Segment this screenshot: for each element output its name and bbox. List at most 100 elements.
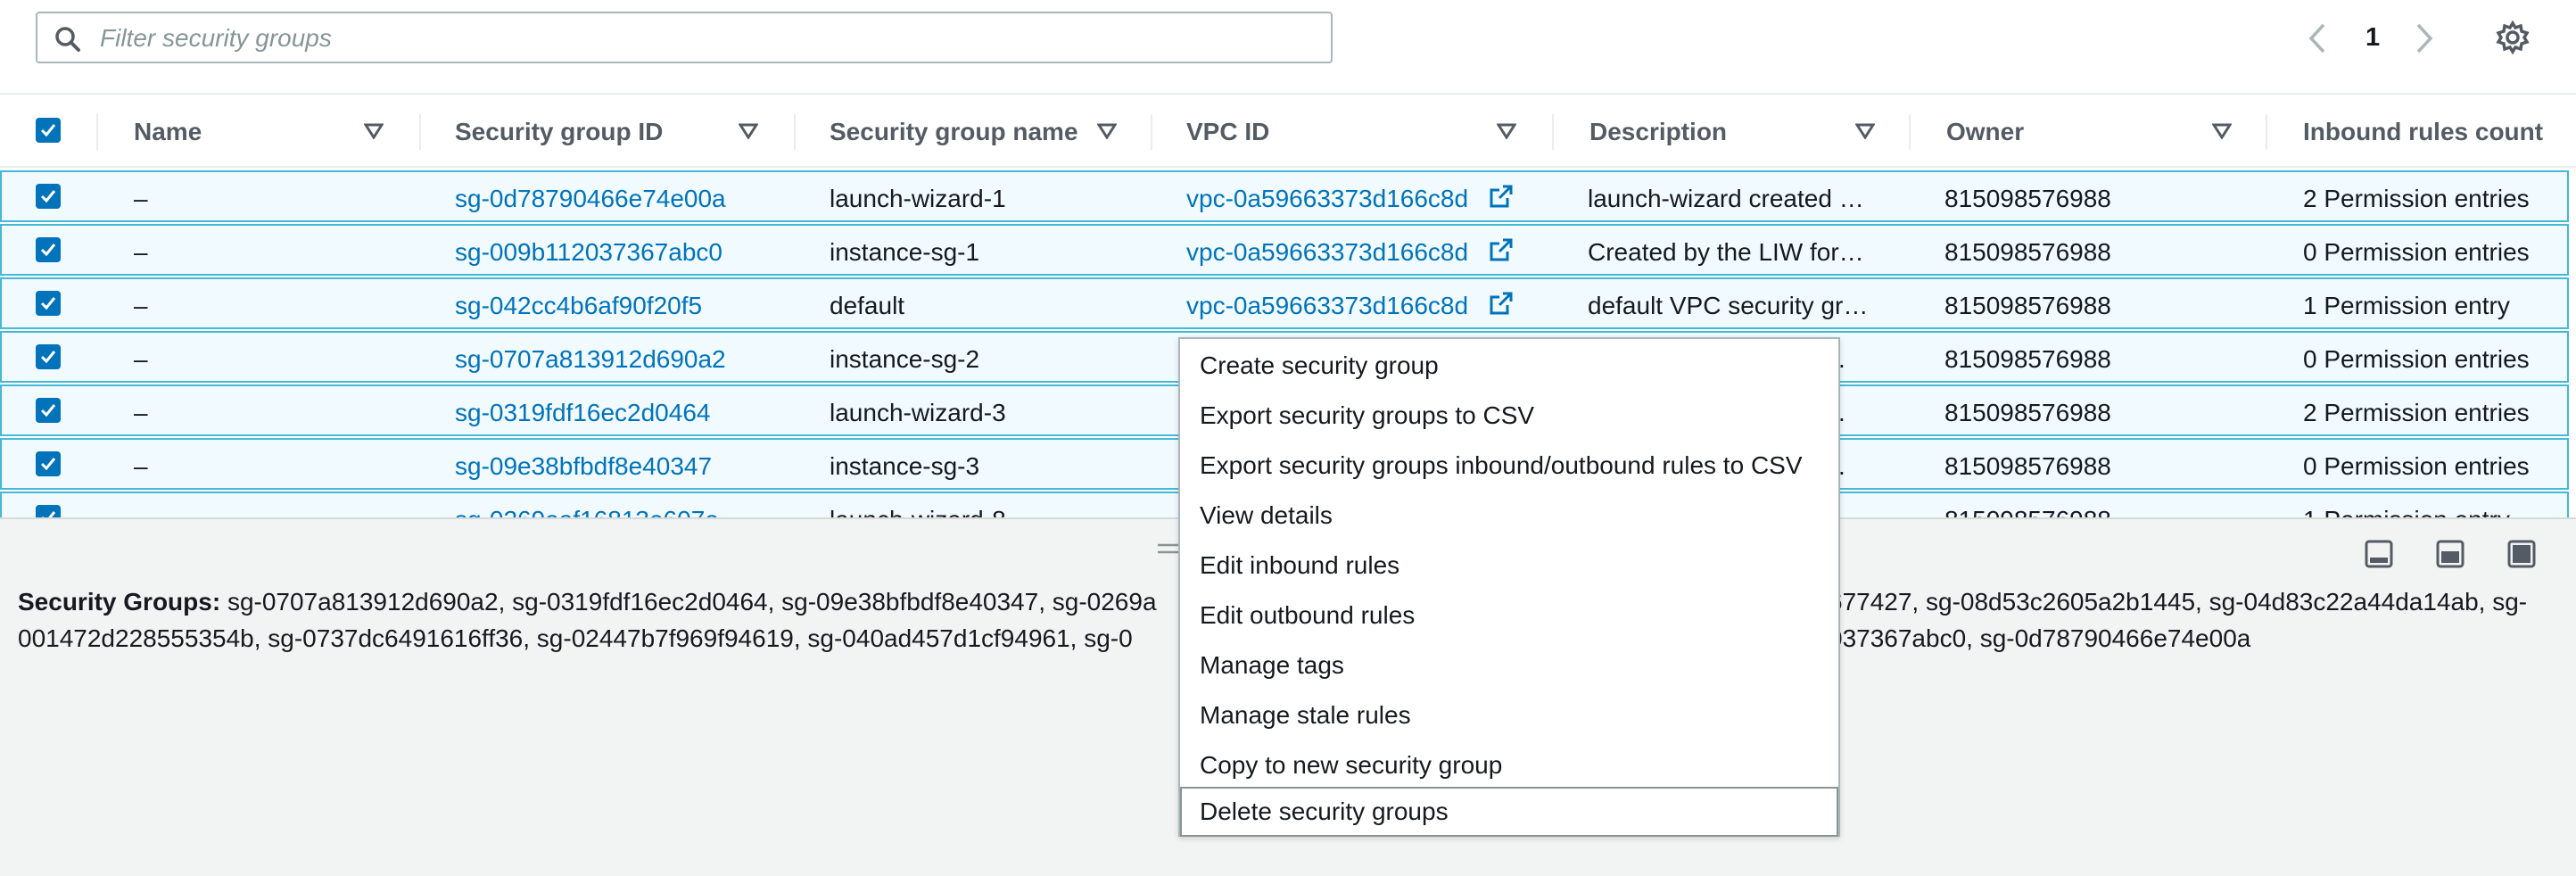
cell-security-group-name: instance-sg-1: [830, 238, 980, 266]
sort-icon[interactable]: [1496, 123, 1517, 144]
cell-name: –: [134, 292, 148, 319]
column-header-owner[interactable]: Owner: [1946, 118, 2024, 146]
row-checkbox[interactable]: [36, 398, 61, 423]
panel-full-icon[interactable]: [2506, 539, 2537, 574]
sort-icon[interactable]: [738, 123, 759, 144]
cell-name: –: [134, 399, 148, 426]
cell-name: –: [134, 452, 148, 480]
cell-owner: 815098576988: [1944, 399, 2111, 426]
cell-description: launch-wizard created …: [1588, 185, 1864, 212]
row-checkbox[interactable]: [36, 451, 61, 476]
column-header-description[interactable]: Description: [1589, 118, 1727, 146]
column-divider: [96, 114, 98, 150]
gear-icon[interactable]: [2495, 20, 2531, 60]
menu-item-manage-tags[interactable]: Manage tags: [1180, 640, 1838, 690]
cell-inbound-rules-count: 0 Permission entries: [2303, 452, 2530, 480]
cell-security-group-id-link[interactable]: sg-0d78790466e74e00a: [455, 185, 726, 213]
menu-item-manage-stale-rules[interactable]: Manage stale rules: [1180, 690, 1838, 740]
chevron-right-icon[interactable]: [2413, 21, 2436, 60]
column-header-vpc-id[interactable]: VPC ID: [1186, 118, 1269, 146]
cell-security-group-name: instance-sg-2: [830, 345, 980, 373]
cell-security-group-id-link[interactable]: sg-042cc4b6af90f20f5: [455, 292, 702, 320]
selected-ids-line2-right: 037367abc0, sg-0d78790466e74e00a: [1829, 624, 2251, 652]
cell-owner: 815098576988: [1944, 506, 2111, 517]
column-divider: [1151, 114, 1152, 150]
column-divider: [794, 114, 796, 150]
cell-vpc-id-link[interactable]: vpc-0a59663373d166c8d: [1186, 292, 1468, 320]
row-checkbox[interactable]: [36, 184, 61, 209]
sort-icon[interactable]: [2211, 123, 2233, 144]
cell-inbound-rules-count: 1 Permission entry: [2303, 292, 2510, 319]
row-checkbox[interactable]: [36, 237, 61, 262]
column-header-security-group-name[interactable]: Security group name: [830, 118, 1078, 146]
cell-inbound-rules-count: 1 Permission entry: [2303, 506, 2510, 517]
cell-owner: 815098576988: [1944, 238, 2111, 266]
cell-security-group-id-link[interactable]: sg-09e38bfbdf8e40347: [455, 452, 712, 481]
cell-description: Created by the LIW for…: [1588, 238, 1864, 266]
filter-input[interactable]: [98, 21, 1315, 56]
cell-security-group-name: launch-wizard-1: [830, 185, 1006, 212]
menu-item-edit-outbound-rules[interactable]: Edit outbound rules: [1180, 591, 1838, 640]
sort-icon[interactable]: [363, 123, 384, 144]
cell-vpc-id-link[interactable]: vpc-0a59663373d166c8d: [1186, 238, 1468, 267]
menu-item-export-csv[interactable]: Export security groups to CSV: [1180, 391, 1838, 441]
filter-box[interactable]: [36, 12, 1333, 63]
cell-owner: 815098576988: [1944, 292, 2111, 319]
column-header-inbound-rules-count[interactable]: Inbound rules count: [2303, 118, 2543, 146]
cell-security-group-id-link[interactable]: sg-0319fdf16ec2d0464: [455, 399, 710, 427]
external-link-icon[interactable]: [1488, 236, 1515, 269]
cell-security-group-id-link[interactable]: sg-0269eaf16813e607e: [455, 506, 719, 517]
cell-security-group-name: launch-wizard-8: [830, 506, 1006, 517]
selected-ids-line1-right: 677427, sg-08d53c2605a2b1445, sg-04d83c2…: [1829, 588, 2528, 616]
menu-item-edit-inbound-rules[interactable]: Edit inbound rules: [1180, 541, 1838, 591]
selected-ids-line1-left: sg-0707a813912d690a2, sg-0319fdf16ec2d04…: [227, 588, 1157, 616]
selected-ids-line2-left: 001472d228555354b, sg-0737dc6491616ff36,…: [18, 624, 1133, 652]
table-row[interactable]: – sg-009b112037367abc0 instance-sg-1 vpc…: [0, 224, 2569, 276]
menu-item-create-security-group[interactable]: Create security group: [1180, 341, 1838, 391]
table-header: Name Security group ID Security group na…: [0, 93, 2576, 168]
cell-owner: 815098576988: [1944, 452, 2111, 480]
column-divider: [1552, 114, 1554, 150]
menu-item-export-rules-csv[interactable]: Export security groups inbound/outbound …: [1180, 441, 1838, 491]
cell-name: –: [134, 506, 148, 517]
column-divider: [1909, 114, 1911, 150]
cell-security-group-name: instance-sg-3: [830, 452, 980, 480]
cell-owner: 815098576988: [1944, 185, 2111, 212]
cell-security-group-id-link[interactable]: sg-009b112037367abc0: [455, 238, 722, 267]
select-all-checkbox[interactable]: [36, 118, 61, 143]
menu-item-view-details[interactable]: View details: [1180, 491, 1838, 541]
panel-middle-icon[interactable]: [2435, 539, 2465, 574]
cell-name: –: [134, 238, 148, 266]
column-header-name[interactable]: Name: [134, 118, 202, 146]
cell-security-group-name: default: [830, 292, 905, 319]
cell-inbound-rules-count: 2 Permission entries: [2303, 185, 2530, 212]
row-checkbox[interactable]: [36, 344, 61, 369]
sort-icon[interactable]: [1096, 123, 1118, 144]
row-checkbox[interactable]: [36, 505, 61, 517]
external-link-icon[interactable]: [1488, 183, 1515, 216]
row-checkbox[interactable]: [36, 291, 61, 316]
cell-inbound-rules-count: 0 Permission entries: [2303, 345, 2530, 373]
cell-name: –: [134, 185, 148, 212]
panel-bottom-icon[interactable]: [2364, 539, 2394, 574]
chevron-left-icon[interactable]: [2306, 21, 2329, 60]
sort-icon[interactable]: [1854, 123, 1876, 144]
cell-inbound-rules-count: 2 Permission entries: [2303, 399, 2530, 426]
menu-item-copy-to-new[interactable]: Copy to new security group: [1180, 740, 1838, 790]
cell-security-group-name: launch-wizard-3: [830, 399, 1006, 426]
security-groups-label: Security Groups:: [18, 588, 221, 616]
table-row[interactable]: – sg-042cc4b6af90f20f5 default vpc-0a596…: [0, 277, 2569, 329]
cell-vpc-id-link[interactable]: vpc-0a59663373d166c8d: [1186, 185, 1468, 213]
cell-name: –: [134, 345, 148, 373]
cell-security-group-id-link[interactable]: sg-0707a813912d690a2: [455, 345, 726, 374]
menu-item-delete-security-groups[interactable]: Delete security groups: [1180, 787, 1838, 837]
page-number[interactable]: 1: [2365, 23, 2380, 53]
column-divider: [2266, 114, 2267, 150]
external-link-icon[interactable]: [1488, 290, 1515, 323]
table-row[interactable]: – sg-0d78790466e74e00a launch-wizard-1 v…: [0, 170, 2569, 222]
pagination: 1: [2306, 16, 2555, 61]
column-header-security-group-id[interactable]: Security group ID: [455, 118, 663, 146]
search-icon: [54, 25, 82, 58]
cell-description: default VPC security gr…: [1588, 292, 1869, 319]
column-divider: [419, 114, 421, 150]
